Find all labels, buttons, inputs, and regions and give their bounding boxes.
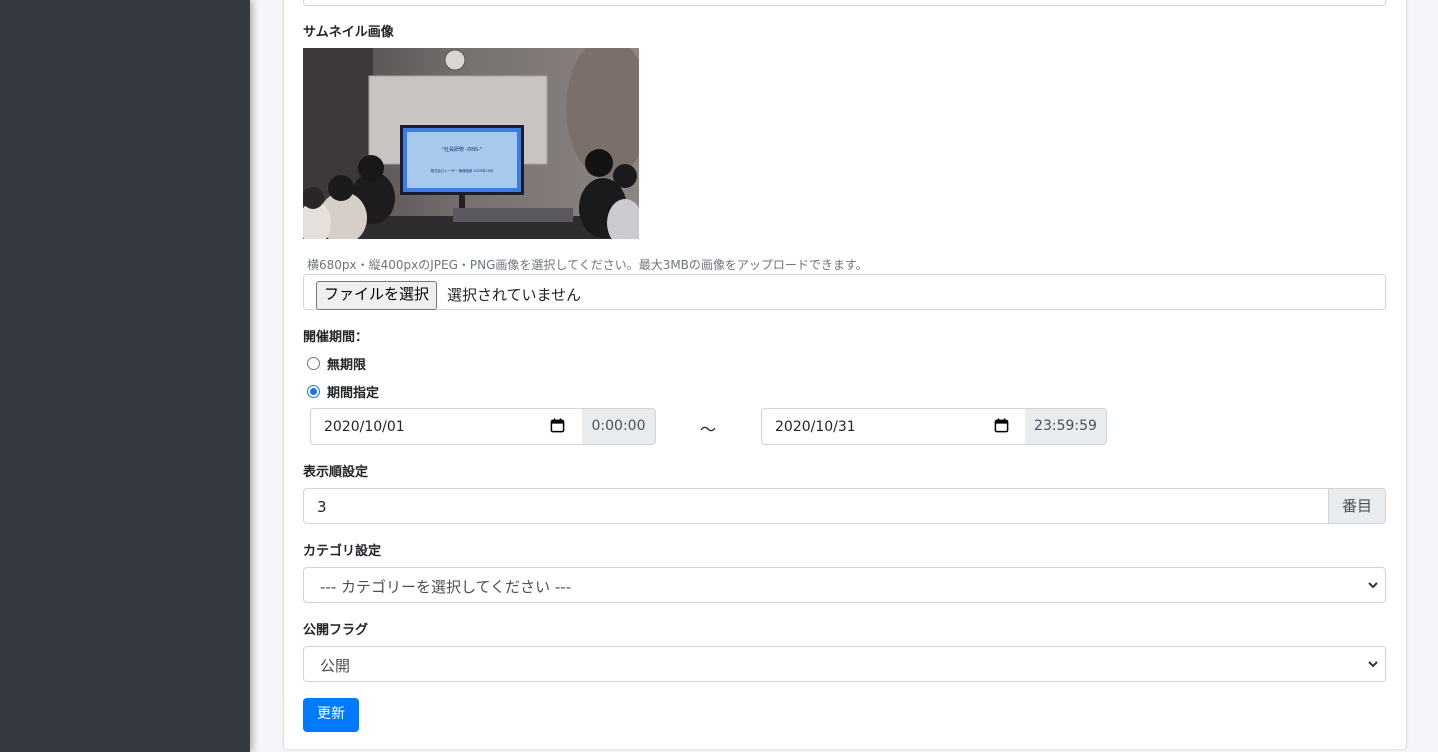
calendar-icon[interactable] — [994, 418, 1009, 433]
period-label: 開催期間： — [303, 330, 369, 345]
slide-title: "社員研修 -DNS-" — [442, 146, 483, 153]
category-selected: --- カテゴリーを選択してください --- — [320, 578, 572, 596]
radio-specified-label[interactable]: 期間指定 — [327, 382, 379, 401]
choose-file-button[interactable]: ファイルを選択 — [316, 281, 438, 310]
start-date-input[interactable]: 2020/10/01 — [310, 408, 584, 445]
category-label: カテゴリ設定 — [303, 544, 382, 559]
sidebar — [0, 0, 250, 752]
previous-input-field[interactable] — [303, 0, 1386, 6]
publish-flag-selected: 公開 — [320, 657, 351, 675]
display-order-suffix: 番目 — [1328, 488, 1386, 524]
update-button[interactable]: 更新 — [303, 698, 359, 732]
start-time-addon: 0:00:00 — [582, 408, 656, 445]
end-date-input[interactable]: 2020/10/31 — [761, 408, 1027, 445]
slide-subtitle: 株式会社レーザー 無線技術 2020年10月 — [431, 168, 494, 173]
end-time-addon: 23:59:59 — [1025, 408, 1107, 445]
radio-unlimited-label[interactable]: 無期限 — [327, 354, 366, 373]
thumbnail-label: サムネイル画像 — [303, 25, 394, 40]
chevron-down-icon — [1368, 661, 1378, 668]
thumbnail-file-input[interactable]: ファイルを選択 選択されていません — [303, 274, 1386, 310]
start-date-value: 2020/10/01 — [324, 419, 405, 435]
calendar-icon[interactable] — [550, 418, 565, 433]
chevron-down-icon — [1368, 582, 1378, 589]
file-status-text: 選択されていません — [447, 286, 582, 304]
display-order-value: 3 — [317, 498, 327, 516]
end-date-value: 2020/10/31 — [775, 419, 856, 435]
display-order-input[interactable]: 3 — [303, 488, 1330, 524]
period-separator: 〜 — [700, 420, 717, 439]
radio-specified[interactable] — [307, 385, 320, 398]
thumbnail-image: "社員研修 -DNS-" 株式会社レーザー 無線技術 2020年10月 — [303, 48, 639, 239]
publish-flag-select[interactable]: 公開 — [303, 646, 1386, 682]
category-select[interactable]: --- カテゴリーを選択してください --- — [303, 567, 1386, 603]
radio-unlimited[interactable] — [307, 357, 320, 370]
thumbnail-help-text: 横680px・縦400pxのJPEG・PNG画像を選択してください。最大3MBの… — [307, 258, 868, 272]
publish-flag-label: 公開フラグ — [303, 623, 369, 638]
display-order-label: 表示順設定 — [303, 465, 369, 480]
